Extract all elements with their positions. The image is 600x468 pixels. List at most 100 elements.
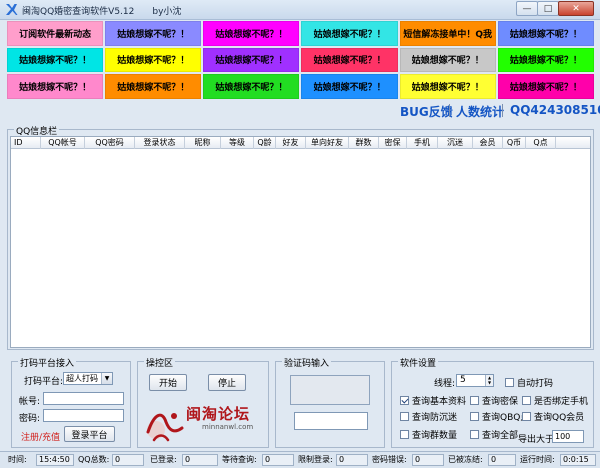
platform-select-value: 超人打码 xyxy=(66,374,98,383)
promo-link[interactable]: 姑娘想嫁不呢？！ xyxy=(301,21,398,46)
promo-link[interactable]: 姑娘想嫁不呢？！ xyxy=(301,47,398,73)
password-error-label: 密码错误: xyxy=(372,455,407,464)
qq-total-label: QQ总数: xyxy=(78,455,110,464)
promo-link[interactable]: 姑娘想嫁不呢？！ xyxy=(105,21,202,46)
logo-text: 闽淘论坛 xyxy=(186,405,251,423)
stepper-arrows-icon[interactable]: ▲ ▼ xyxy=(485,375,493,386)
maximize-button[interactable]: □ xyxy=(537,1,559,16)
forum-logo: 闽淘论坛 minnanwl.com xyxy=(144,400,264,444)
minimize-button[interactable]: — xyxy=(516,1,538,16)
time-label: 时间: xyxy=(8,455,27,464)
threads-stepper[interactable]: 5 ▲ ▼ xyxy=(456,374,494,387)
status-bar: 时间: 15:4:50 QQ总数: 0 已登录: 0 等待查询: 0 限制登录:… xyxy=(0,451,600,468)
promo-link[interactable]: 短信解冻接单中！Q我 xyxy=(399,21,496,46)
promo-link[interactable]: 姑娘想嫁不呢？！ xyxy=(105,74,202,99)
close-button[interactable]: ✕ xyxy=(558,1,594,16)
checkbox-icon[interactable] xyxy=(400,430,409,439)
column-header[interactable]: 沉迷 xyxy=(438,137,473,149)
window-controls: — □ ✕ xyxy=(516,1,594,16)
captcha-platform-legend: 打码平台接入 xyxy=(18,356,77,369)
column-header[interactable]: 手机 xyxy=(407,137,438,149)
captcha-platform-group: 打码平台接入 打码平台: 超人打码 ▼ 帐号: 密码: 注册/充值 登录平台 xyxy=(11,356,131,448)
column-header[interactable]: QQ密码 xyxy=(85,137,135,149)
query-option-label: 查询基本资料 xyxy=(412,397,467,407)
promo-link[interactable]: 姑娘想嫁不呢？！ xyxy=(7,74,104,99)
promo-link[interactable]: 姑娘想嫁不呢？！ xyxy=(105,47,202,73)
checkbox-icon[interactable] xyxy=(505,378,514,387)
stop-button[interactable]: 停止 xyxy=(208,374,246,391)
column-header[interactable]: 会员 xyxy=(473,137,503,149)
promo-link[interactable]: 姑娘想嫁不呢？！ xyxy=(399,47,496,73)
password-error-value: 0 xyxy=(412,454,444,466)
checkbox-icon[interactable] xyxy=(470,430,479,439)
checkbox-icon[interactable] xyxy=(470,396,479,405)
query-option-checkbox[interactable]: 查询QQ会员 xyxy=(522,410,584,423)
promo-link[interactable]: 姑娘想嫁不呢？！ xyxy=(203,47,300,73)
query-option-checkbox[interactable]: 查询全部 xyxy=(470,428,518,441)
column-header[interactable]: Q币 xyxy=(503,137,526,149)
checkbox-icon[interactable] xyxy=(470,412,479,421)
bug-feedback-link[interactable]: BUG反馈 xyxy=(400,103,453,120)
password-input[interactable] xyxy=(43,409,124,422)
frozen-value: 0 xyxy=(488,454,516,466)
settings-legend: 软件设置 xyxy=(398,356,439,369)
query-option-checkbox[interactable]: 查询QBQ点 xyxy=(470,410,529,423)
runtime-value: 0:0:15 xyxy=(560,454,596,466)
column-header[interactable]: Q龄 xyxy=(254,137,276,149)
query-option-checkbox[interactable]: 查询密保 xyxy=(470,394,518,407)
promo-link[interactable]: 姑娘想嫁不呢？！ xyxy=(203,21,300,46)
auto-captcha-checkbox[interactable]: 自动打码 xyxy=(505,376,553,389)
query-option-checkbox[interactable]: 查询群数量 xyxy=(400,428,457,441)
column-header[interactable]: QQ帐号 xyxy=(41,137,85,149)
limited-value: 0 xyxy=(336,454,368,466)
captcha-image xyxy=(290,375,370,405)
column-header[interactable]: 群数 xyxy=(349,137,379,149)
account-input[interactable] xyxy=(43,392,124,405)
query-option-checkbox[interactable]: 查询防沉迷 xyxy=(400,410,457,423)
promo-link[interactable]: 姑娘想嫁不呢？！ xyxy=(497,74,594,99)
column-header[interactable]: Q点 xyxy=(526,137,556,149)
promo-link[interactable]: 姑娘想嫁不呢？！ xyxy=(497,47,594,73)
checkbox-icon[interactable] xyxy=(522,412,531,421)
promo-link[interactable]: 姑娘想嫁不呢？！ xyxy=(7,47,104,73)
promo-link[interactable]: 姑娘想嫁不呢？！ xyxy=(301,74,398,99)
start-button[interactable]: 开始 xyxy=(149,374,187,391)
promo-link[interactable]: 姑娘想嫁不呢？！ xyxy=(399,74,496,99)
column-header[interactable]: 密保 xyxy=(379,137,407,149)
promo-link[interactable]: 订阅软件最新动态 xyxy=(7,21,104,46)
waiting-label: 等待查询: xyxy=(222,455,257,464)
promo-link[interactable]: 姑娘想嫁不呢？！ xyxy=(497,21,594,46)
export-threshold-input[interactable]: 100 xyxy=(552,430,584,443)
register-link[interactable]: 注册/充值 xyxy=(21,430,60,443)
column-header[interactable]: ID xyxy=(11,137,41,149)
divider xyxy=(502,104,503,117)
checkbox-icon[interactable] xyxy=(522,396,531,405)
checkbox-icon[interactable] xyxy=(400,412,409,421)
platform-label: 打码平台: xyxy=(24,377,64,387)
platform-select[interactable]: 超人打码 ▼ xyxy=(63,372,113,385)
column-header[interactable]: 好友 xyxy=(276,137,306,149)
threads-value: 5 xyxy=(460,375,466,385)
column-header[interactable]: 昵称 xyxy=(185,137,221,149)
column-header[interactable]: 等级 xyxy=(221,137,254,149)
query-option-label: 是否绑定手机 xyxy=(534,397,589,407)
query-option-checkbox[interactable]: 查询基本资料 xyxy=(400,394,466,407)
promo-link[interactable]: 姑娘想嫁不呢？！ xyxy=(203,74,300,99)
query-option-label: 查询QQ会员 xyxy=(534,413,585,423)
query-option-checkbox[interactable]: 是否绑定手机 xyxy=(522,394,588,407)
checkbox-checked-icon[interactable] xyxy=(400,396,409,405)
user-stats-link[interactable]: 人数统计 xyxy=(456,103,504,120)
promo-link-grid: 订阅软件最新动态 姑娘想嫁不呢？！ 姑娘想嫁不呢？！ 姑娘想嫁不呢？！ 短信解冻接单中！… xyxy=(7,21,594,99)
limited-label: 限制登录: xyxy=(298,455,333,464)
column-header[interactable]: 登录状态 xyxy=(135,137,185,149)
captcha-input[interactable] xyxy=(294,412,368,430)
login-platform-button[interactable]: 登录平台 xyxy=(64,426,115,442)
captcha-input-group: 验证码输入 xyxy=(275,356,385,448)
logged-in-label: 已登录: xyxy=(150,455,177,464)
logo-url: minnanwl.com xyxy=(202,423,254,431)
settings-group: 软件设置 线程: 5 ▲ ▼ 自动打码 查询基本资料 查询密保 是否绑定手机 查询防沉迷… xyxy=(391,356,594,448)
column-header[interactable]: 单向好友 xyxy=(306,137,349,149)
contact-qq-link[interactable]: QQ424308510 xyxy=(510,103,600,117)
qq-info-table[interactable]: ID QQ帐号 QQ密码 登录状态 昵称 等级 Q龄 好友 单向好友 群数 密保 手机 沉迷 会员 Q币 Q点 xyxy=(10,136,591,348)
app-icon xyxy=(6,4,18,15)
